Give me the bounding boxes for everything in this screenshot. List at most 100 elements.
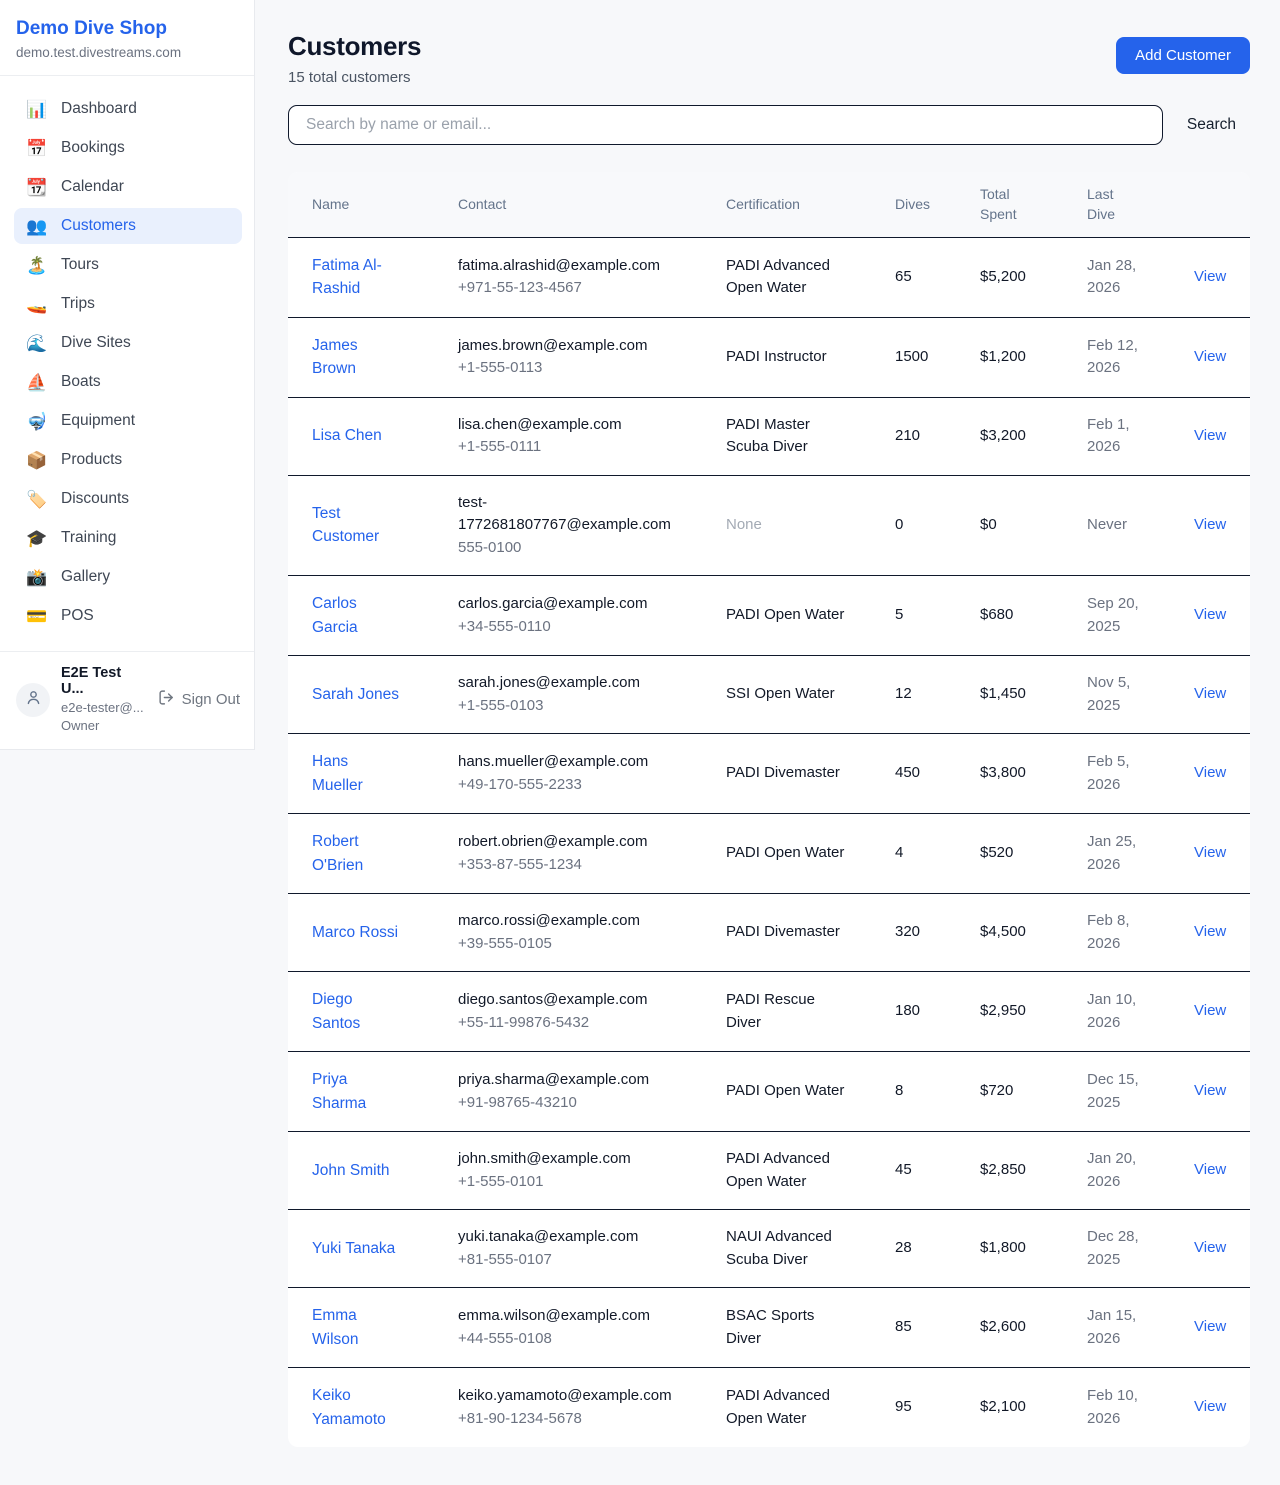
view-customer-link[interactable]: View: [1194, 844, 1226, 861]
sidebar-item-discounts[interactable]: 🏷️Discounts: [14, 481, 242, 517]
page-head: Customers 15 total customers Add Custome…: [288, 31, 1250, 86]
diving-mask-icon: 🤿: [26, 413, 48, 430]
customer-name-link[interactable]: John Smith: [312, 1162, 390, 1179]
customer-total-spent: $0: [980, 475, 1087, 576]
view-customer-link[interactable]: View: [1194, 1239, 1226, 1256]
sidebar-item-training[interactable]: 🎓Training: [14, 520, 242, 556]
customer-name-link[interactable]: Marco Rossi: [312, 924, 398, 941]
customer-name-link[interactable]: Carlos Garcia: [312, 595, 358, 636]
camera-icon: 📸: [26, 569, 48, 586]
customer-phone: +353-87-555-1234: [458, 854, 676, 877]
customer-row: Keiko Yamamoto keiko.yamamoto@example.com…: [288, 1368, 1250, 1448]
customer-contact: diego.santos@example.com+55-11-99876-543…: [458, 972, 726, 1052]
sidebar-item-bookings[interactable]: 📅Bookings: [14, 130, 242, 166]
person-icon: [24, 688, 43, 712]
customer-name-link[interactable]: Emma Wilson: [312, 1307, 359, 1348]
customer-contact: hans.mueller@example.com+49-170-555-2233: [458, 734, 726, 814]
sidebar-item-tours[interactable]: 🏝️Tours: [14, 247, 242, 283]
customer-email: diego.santos@example.com: [458, 989, 676, 1012]
view-customer-link[interactable]: View: [1194, 685, 1226, 702]
search-button[interactable]: Search: [1173, 108, 1250, 142]
customer-total-spent: $3,800: [980, 734, 1087, 814]
graduation-cap-icon: 🎓: [26, 530, 48, 547]
view-customer-link[interactable]: View: [1194, 268, 1226, 285]
customer-row: Marco Rossimarco.rossi@example.com+39-55…: [288, 894, 1250, 972]
customer-certification: PADI Open Water: [726, 576, 895, 656]
customer-last-dive: Jan 28, 2026: [1087, 237, 1194, 317]
customer-contact: priya.sharma@example.com+91-98765-43210: [458, 1052, 726, 1132]
customer-total-spent: $5,200: [980, 237, 1087, 317]
sidebar-item-label: Calendar: [61, 178, 124, 196]
view-customer-link[interactable]: View: [1194, 1398, 1226, 1415]
sidebar-item-boats[interactable]: ⛵Boats: [14, 364, 242, 400]
customer-contact: carlos.garcia@example.com+34-555-0110: [458, 576, 726, 656]
view-customer-link[interactable]: View: [1194, 427, 1226, 444]
island-icon: 🏝️: [26, 257, 48, 274]
customer-row: Emma Wilsonemma.wilson@example.com+44-55…: [288, 1288, 1250, 1368]
customer-dives: 1500: [895, 317, 980, 397]
sidebar-item-dive-sites[interactable]: 🌊Dive Sites: [14, 325, 242, 361]
customer-email: john.smith@example.com: [458, 1148, 676, 1171]
customer-name-link[interactable]: Sarah Jones: [312, 686, 399, 703]
view-customer-link[interactable]: View: [1194, 1002, 1226, 1019]
customer-name-link[interactable]: Yuki Tanaka: [312, 1240, 395, 1257]
customer-phone: +81-90-1234-5678: [458, 1408, 676, 1431]
customer-name-link[interactable]: Hans Mueller: [312, 753, 363, 794]
customer-last-dive: Jan 15, 2026: [1087, 1288, 1194, 1368]
view-customer-link[interactable]: View: [1194, 1082, 1226, 1099]
customer-contact: keiko.yamamoto@example.com+81-90-1234-56…: [458, 1368, 726, 1448]
sign-out-button[interactable]: Sign Out: [158, 689, 240, 710]
customer-name-link[interactable]: Fatima Al-Rashid: [312, 257, 382, 298]
customer-row: Yuki Tanakayuki.tanaka@example.com+81-55…: [288, 1210, 1250, 1288]
customer-phone: 555-0100: [458, 537, 676, 560]
speedboat-icon: 🚤: [26, 296, 48, 313]
customer-email: priya.sharma@example.com: [458, 1069, 676, 1092]
column-header-view: [1194, 172, 1250, 237]
customers-table-card: NameContactCertificationDivesTotal Spent…: [288, 172, 1250, 1447]
customer-phone: +91-98765-43210: [458, 1092, 676, 1115]
customer-dives: 28: [895, 1210, 980, 1288]
sidebar-item-gallery[interactable]: 📸Gallery: [14, 559, 242, 595]
customer-name-link[interactable]: Robert O'Brien: [312, 833, 363, 874]
customer-phone: +39-555-0105: [458, 933, 676, 956]
sidebar-item-dashboard[interactable]: 📊Dashboard: [14, 91, 242, 127]
view-customer-link[interactable]: View: [1194, 516, 1226, 533]
user-avatar: [16, 683, 50, 717]
customer-dives: 4: [895, 814, 980, 894]
customer-total-spent: $520: [980, 814, 1087, 894]
sidebar-item-equipment[interactable]: 🤿Equipment: [14, 403, 242, 439]
customer-last-dive: Dec 28, 2025: [1087, 1210, 1194, 1288]
sidebar-item-calendar[interactable]: 📆Calendar: [14, 169, 242, 205]
customer-contact: fatima.alrashid@example.com+971-55-123-4…: [458, 237, 726, 317]
view-customer-link[interactable]: View: [1194, 606, 1226, 623]
customer-row: Diego Santos diego.santos@example.com+55-…: [288, 972, 1250, 1052]
view-customer-link[interactable]: View: [1194, 348, 1226, 365]
column-header-cert: Certification: [726, 172, 895, 237]
customer-name-link[interactable]: Test Customer: [312, 505, 379, 546]
view-customer-link[interactable]: View: [1194, 923, 1226, 940]
customer-name-link[interactable]: James Brown: [312, 337, 358, 378]
customer-total-spent: $2,100: [980, 1368, 1087, 1448]
customer-name-link[interactable]: Diego Santos: [312, 991, 360, 1032]
sidebar-item-label: Discounts: [61, 490, 129, 508]
shop-domain: demo.test.divestreams.com: [16, 45, 238, 60]
sidebar-item-customers[interactable]: 👥Customers: [14, 208, 242, 244]
sidebar-item-trips[interactable]: 🚤Trips: [14, 286, 242, 322]
customer-total-spent: $1,800: [980, 1210, 1087, 1288]
view-customer-link[interactable]: View: [1194, 1318, 1226, 1335]
view-customer-link[interactable]: View: [1194, 764, 1226, 781]
customer-phone: +34-555-0110: [458, 616, 676, 639]
sidebar-item-pos[interactable]: 💳POS: [14, 598, 242, 634]
customer-last-dive: Never: [1087, 475, 1194, 576]
view-customer-link[interactable]: View: [1194, 1161, 1226, 1178]
wave-icon: 🌊: [26, 335, 48, 352]
customers-table: NameContactCertificationDivesTotal Spent…: [288, 172, 1250, 1447]
customer-name-link[interactable]: Priya Sharma: [312, 1071, 366, 1112]
search-input[interactable]: [288, 105, 1163, 145]
customer-dives: 210: [895, 397, 980, 475]
customer-name-link[interactable]: Lisa Chen: [312, 427, 382, 444]
sidebar-item-products[interactable]: 📦Products: [14, 442, 242, 478]
customer-name-link[interactable]: Keiko Yamamoto: [312, 1387, 386, 1428]
add-customer-button[interactable]: Add Customer: [1116, 37, 1250, 74]
customer-row: Hans Mueller hans.mueller@example.com+49-…: [288, 734, 1250, 814]
